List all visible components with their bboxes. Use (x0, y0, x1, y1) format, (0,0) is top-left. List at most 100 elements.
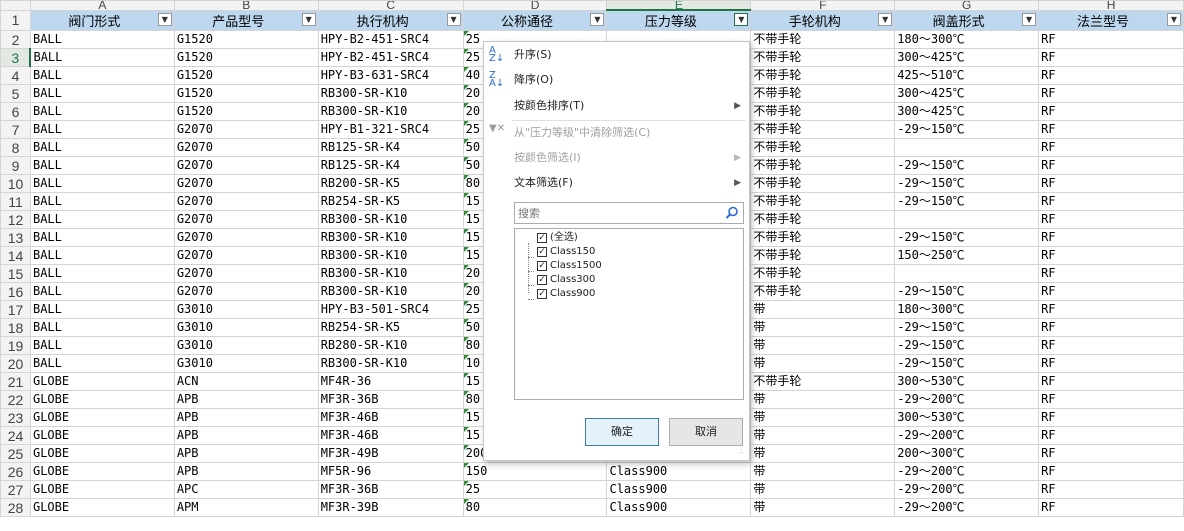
table-cell[interactable]: G3010 (173, 318, 319, 337)
column-header-c[interactable]: C (317, 0, 464, 11)
checkbox[interactable]: ✓ (537, 247, 547, 257)
header-cell[interactable]: 公称通径 ▼ (462, 9, 608, 31)
table-cell[interactable]: G1520 (173, 30, 319, 49)
table-cell[interactable]: RF (1038, 210, 1184, 229)
table-cell[interactable]: APB (173, 462, 319, 481)
table-cell[interactable]: 不带手轮 (750, 192, 896, 211)
table-cell[interactable]: 不带手轮 (750, 246, 896, 265)
table-cell[interactable]: RF (1038, 336, 1184, 355)
table-cell[interactable]: 不带手轮 (750, 264, 896, 283)
table-cell[interactable]: MF3R-46B (317, 426, 464, 445)
table-cell[interactable]: HPY-B2-451-SRC4 (317, 48, 464, 67)
table-cell[interactable]: MF3R-49B (317, 444, 464, 463)
table-cell[interactable]: RF (1038, 156, 1184, 175)
table-cell[interactable]: 不带手轮 (750, 102, 896, 121)
table-cell[interactable]: 300～530℃ (894, 372, 1040, 391)
sort-descending-item[interactable]: Z A↓ 降序(O) (484, 69, 749, 91)
ok-button[interactable]: 确定 (585, 418, 659, 446)
table-cell[interactable]: BALL (29, 66, 175, 85)
table-cell[interactable]: G1520 (173, 48, 319, 67)
row-number[interactable]: 26 (0, 462, 31, 481)
filter-value-item[interactable]: ✓ Class900 (537, 287, 595, 301)
column-header-a[interactable]: A (29, 0, 175, 11)
table-cell[interactable]: GLOBE (29, 498, 175, 517)
table-cell[interactable] (894, 138, 1040, 157)
table-cell[interactable]: G3010 (173, 300, 319, 319)
table-cell[interactable]: APB (173, 444, 319, 463)
row-number[interactable]: 13 (0, 228, 31, 247)
filter-dropdown-icon[interactable]: ▼ (1022, 12, 1037, 26)
table-cell[interactable]: Class900 (606, 480, 752, 499)
table-cell[interactable]: 180～300℃ (894, 300, 1040, 319)
table-cell[interactable]: -29～200℃ (894, 462, 1040, 481)
table-cell[interactable]: -29～200℃ (894, 426, 1040, 445)
table-cell[interactable]: G2070 (173, 120, 319, 139)
table-cell[interactable]: BALL (29, 48, 175, 67)
table-cell[interactable]: G2070 (173, 156, 319, 175)
column-header-f[interactable]: F (750, 0, 896, 11)
column-header-d[interactable]: D (462, 0, 608, 11)
table-cell[interactable]: BALL (29, 102, 175, 121)
filter-dropdown-icon[interactable]: ▼ (878, 12, 893, 26)
table-cell[interactable]: RB125-SR-K4 (317, 156, 464, 175)
sort-by-color-item[interactable]: 按颜色排序(T) ▶ (484, 95, 749, 117)
table-cell[interactable]: BALL (29, 318, 175, 337)
table-cell[interactable]: 带 (750, 354, 896, 373)
table-cell[interactable]: -29～200℃ (894, 498, 1040, 517)
table-cell[interactable]: 不带手轮 (750, 48, 896, 67)
select-all-corner[interactable] (0, 0, 31, 11)
table-cell[interactable]: GLOBE (29, 390, 175, 409)
table-cell[interactable]: BALL (29, 84, 175, 103)
column-header-g[interactable]: G (894, 0, 1040, 11)
filter-value-select-all[interactable]: ✓ (全选) (537, 231, 578, 245)
row-number[interactable]: 11 (0, 192, 31, 211)
table-cell[interactable]: -29～150℃ (894, 156, 1040, 175)
table-cell[interactable]: RF (1038, 444, 1184, 463)
table-cell[interactable]: -29～200℃ (894, 480, 1040, 499)
header-cell[interactable]: 法兰型号 ▼ (1038, 9, 1184, 31)
table-cell[interactable]: 300～425℃ (894, 84, 1040, 103)
header-cell[interactable]: 产品型号 ▼ (173, 9, 319, 31)
table-cell[interactable] (894, 264, 1040, 283)
checkbox[interactable]: ✓ (537, 275, 547, 285)
row-number[interactable]: 9 (0, 156, 31, 175)
row-number[interactable]: 18 (0, 318, 31, 337)
table-cell[interactable]: BALL (29, 246, 175, 265)
row-number[interactable]: 19 (0, 336, 31, 355)
table-cell[interactable]: RF (1038, 300, 1184, 319)
table-cell[interactable]: -29～150℃ (894, 336, 1040, 355)
resize-grip-icon[interactable]: ∴ (739, 449, 747, 458)
table-cell[interactable]: ACN (173, 372, 319, 391)
table-cell[interactable]: HPY-B2-451-SRC4 (317, 30, 464, 49)
table-cell[interactable]: 425～510℃ (894, 66, 1040, 85)
table-cell[interactable]: RF (1038, 48, 1184, 67)
table-cell[interactable]: BALL (29, 120, 175, 139)
table-cell[interactable]: 80 (462, 498, 608, 517)
table-cell[interactable]: MF3R-36B (317, 480, 464, 499)
row-number[interactable]: 17 (0, 300, 31, 319)
row-number[interactable]: 27 (0, 480, 31, 499)
table-cell[interactable]: RF (1038, 120, 1184, 139)
table-cell[interactable]: 带 (750, 426, 896, 445)
row-number[interactable]: 15 (0, 264, 31, 283)
row-number[interactable]: 1 (0, 9, 31, 31)
row-number[interactable]: 21 (0, 372, 31, 391)
table-cell[interactable]: RF (1038, 390, 1184, 409)
row-number[interactable]: 25 (0, 444, 31, 463)
table-cell[interactable]: RF (1038, 282, 1184, 301)
row-number[interactable]: 14 (0, 246, 31, 265)
table-cell[interactable]: RB300-SR-K10 (317, 282, 464, 301)
table-cell[interactable]: BALL (29, 138, 175, 157)
table-cell[interactable]: BALL (29, 30, 175, 49)
table-cell[interactable]: BALL (29, 174, 175, 193)
table-cell[interactable]: MF4R-36 (317, 372, 464, 391)
filter-value-item[interactable]: ✓ Class150 (537, 245, 595, 259)
text-filter-item[interactable]: 文本筛选(F) ▶ (484, 172, 749, 194)
row-number[interactable]: 24 (0, 426, 31, 445)
table-cell[interactable]: RF (1038, 264, 1184, 283)
table-cell[interactable]: 带 (750, 408, 896, 427)
table-cell[interactable]: 不带手轮 (750, 282, 896, 301)
filter-value-item[interactable]: ✓ Class300 (537, 273, 595, 287)
table-cell[interactable]: GLOBE (29, 372, 175, 391)
table-cell[interactable]: 带 (750, 300, 896, 319)
